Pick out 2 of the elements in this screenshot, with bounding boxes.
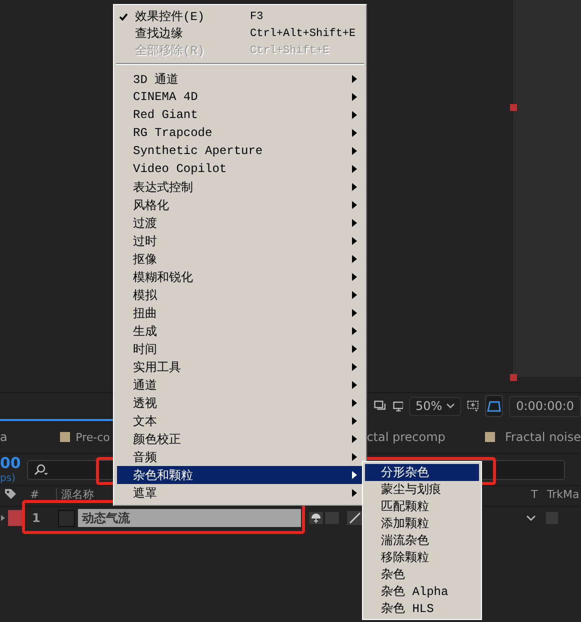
layer-number: 1 [32, 511, 42, 525]
frame-rate: ps) [0, 474, 16, 484]
